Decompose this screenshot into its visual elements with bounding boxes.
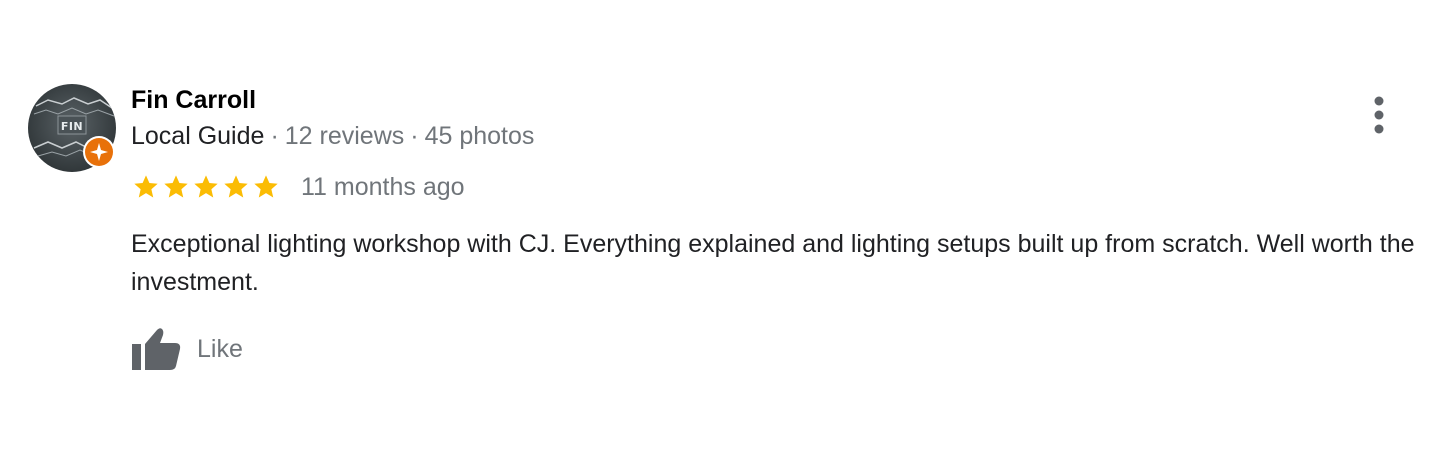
star-icon [131, 173, 161, 201]
avatar[interactable]: FIN [28, 84, 116, 172]
meta-separator: · [270, 122, 279, 150]
local-guide-badge-icon [83, 136, 115, 168]
local-guide-label: Local Guide [131, 122, 265, 150]
star-icon [161, 173, 191, 201]
more-options-button[interactable] [1362, 94, 1396, 136]
star-rating [131, 173, 281, 201]
avatar-initials: FIN [60, 120, 84, 133]
review-text: Exceptional lighting workshop with CJ. E… [131, 230, 1415, 296]
author-meta: Local Guide · 12 reviews · 45 photos [131, 122, 534, 151]
like-label: Like [197, 334, 243, 363]
like-button[interactable]: Like [131, 325, 243, 373]
thumbs-up-icon [131, 326, 183, 372]
photo-count: 45 photos [424, 122, 535, 150]
more-vert-icon [1374, 96, 1384, 134]
rating-row: 11 months ago [131, 172, 465, 202]
star-icon [251, 173, 281, 201]
meta-separator: · [410, 122, 419, 150]
review-card: FIN Fin Carroll Local Guide · 12 reviews · 4… [0, 0, 1455, 453]
review-date: 11 months ago [301, 172, 465, 201]
author-name[interactable]: Fin Carroll [131, 86, 256, 115]
star-icon [221, 173, 251, 201]
star-icon [191, 173, 221, 201]
review-count: 12 reviews [284, 122, 405, 150]
